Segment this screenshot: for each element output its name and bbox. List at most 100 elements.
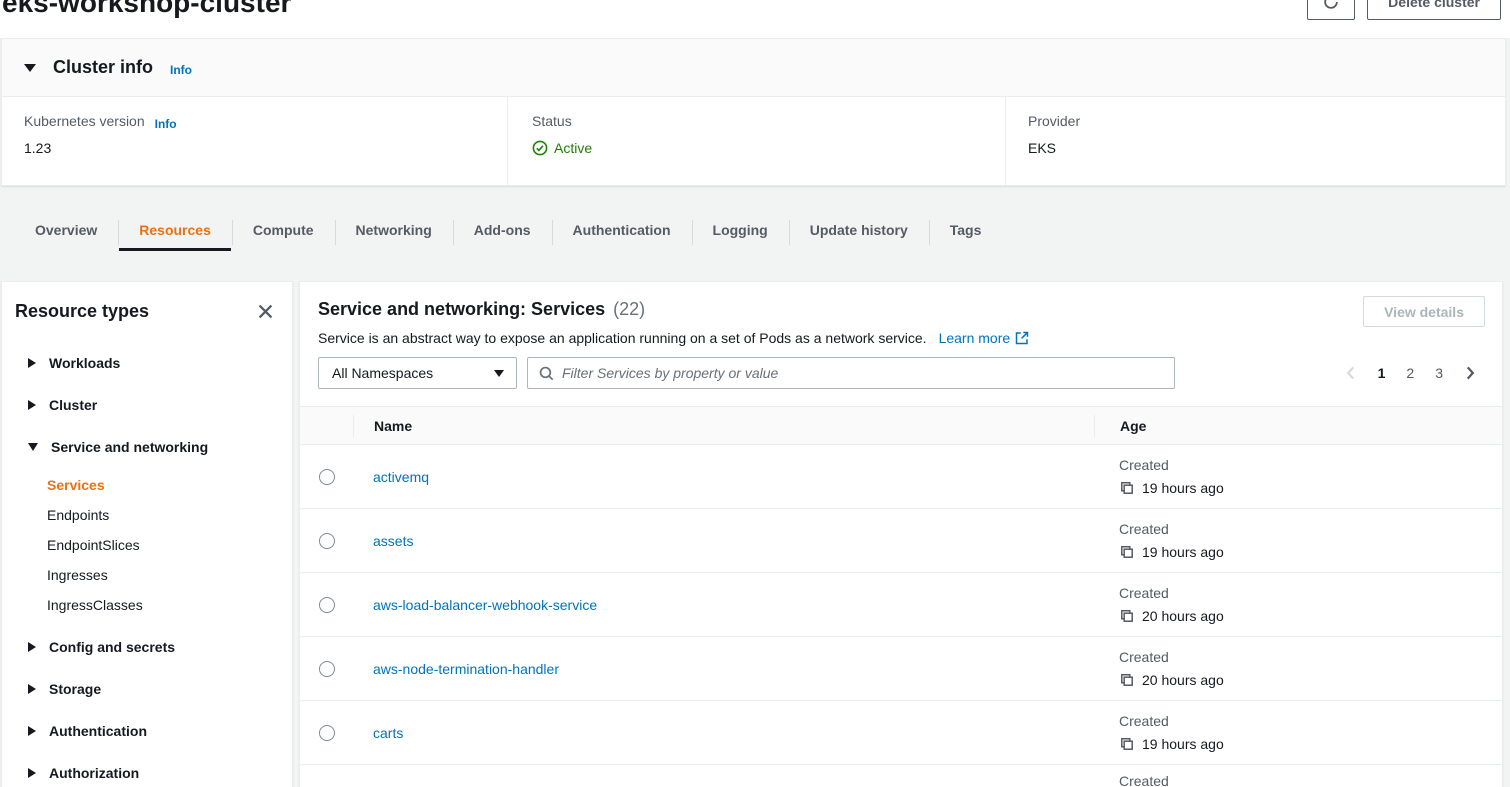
age-created-label: Created [1119, 457, 1502, 473]
services-panel-title: Service and networking: Services [318, 299, 605, 320]
caret-right-icon [28, 768, 36, 778]
tab-authentication[interactable]: Authentication [552, 211, 692, 251]
table-header: Name Age [300, 407, 1502, 445]
caret-right-icon [28, 358, 36, 368]
tab-update-history[interactable]: Update history [789, 211, 929, 251]
row-radio[interactable] [319, 597, 335, 613]
service-link[interactable]: carts [373, 725, 403, 741]
collapse-caret-icon [24, 64, 36, 72]
tree-item-ingressclasses[interactable]: IngressClasses [2, 590, 292, 620]
age-created-label: Created [1119, 713, 1502, 729]
tree-item-endpointslices[interactable]: EndpointSlices [2, 530, 292, 560]
copy-icon[interactable] [1119, 608, 1135, 624]
kubernetes-version-value: 1.23 [24, 140, 507, 156]
age-value: 20 hours ago [1142, 672, 1224, 688]
service-link[interactable]: activemq [373, 469, 429, 485]
tree-item-endpoints[interactable]: Endpoints [2, 500, 292, 530]
tree-group-label: Cluster [49, 397, 97, 413]
search-icon [538, 365, 555, 382]
page-number-1[interactable]: 1 [1372, 363, 1392, 383]
row-radio[interactable] [319, 469, 335, 485]
tree-group-service-and-networking[interactable]: Service and networking [2, 426, 292, 468]
namespace-dropdown[interactable]: All Namespaces [318, 357, 517, 389]
copy-icon[interactable] [1119, 544, 1135, 560]
tab-add-ons[interactable]: Add-ons [453, 211, 552, 251]
tree-group-config-and-secrets[interactable]: Config and secrets [2, 626, 292, 668]
cluster-tabs: Overview Resources Compute Networking Ad… [14, 211, 1002, 251]
page-number-3[interactable]: 3 [1429, 363, 1449, 383]
resource-types-title: Resource types [15, 301, 149, 322]
copy-icon[interactable] [1119, 672, 1135, 688]
kubernetes-version-info-link[interactable]: Info [155, 117, 177, 131]
provider-label: Provider [1028, 113, 1080, 129]
top-bar: eks-workshop-cluster Delete cluster [0, 0, 1510, 38]
tab-tags[interactable]: Tags [929, 211, 1003, 251]
view-details-button[interactable]: View details [1363, 296, 1485, 327]
delete-cluster-button[interactable]: Delete cluster [1367, 0, 1501, 20]
service-link[interactable]: assets [373, 533, 413, 549]
tree-group-authentication[interactable]: Authentication [2, 710, 292, 752]
service-link[interactable]: aws-node-termination-handler [373, 661, 559, 677]
table-row: assets Created 19 hours ago [300, 509, 1502, 573]
copy-icon[interactable] [1119, 480, 1135, 496]
row-radio[interactable] [319, 533, 335, 549]
table-row: carts Created 19 hours ago [300, 701, 1502, 765]
page-number-2[interactable]: 2 [1400, 363, 1420, 383]
copy-icon[interactable] [1119, 736, 1135, 752]
services-panel: Service and networking: Services (22) Se… [299, 281, 1503, 787]
status-active-icon [532, 140, 548, 156]
learn-more-link[interactable]: Learn more [939, 330, 1031, 346]
age-created-label: Created [1119, 649, 1502, 665]
search-input[interactable] [562, 359, 1170, 387]
tree-group-storage[interactable]: Storage [2, 668, 292, 710]
refresh-button[interactable] [1307, 0, 1355, 20]
provider-field: Provider EKS [1005, 97, 1505, 185]
table-row: activemq Created 19 hours ago [300, 445, 1502, 509]
cluster-info-info-link[interactable]: Info [170, 63, 192, 77]
column-header-age[interactable]: Age [1094, 415, 1502, 437]
learn-more-label: Learn more [939, 330, 1011, 346]
status-label: Status [532, 113, 572, 129]
caret-right-icon [28, 726, 36, 736]
tree-group-label: Authorization [49, 765, 139, 781]
services-count: (22) [613, 299, 645, 320]
tree-group-label: Service and networking [51, 439, 208, 455]
tree-item-services[interactable]: Services [2, 470, 292, 500]
tab-networking[interactable]: Networking [335, 211, 453, 251]
table-row: aws-node-termination-handler Created 20 … [300, 637, 1502, 701]
age-created-label: Created [1119, 585, 1502, 601]
chevron-down-icon [494, 370, 504, 377]
resource-types-panel: Resource types Workloads Cluster Service… [1, 281, 293, 787]
service-link[interactable]: aws-load-balancer-webhook-service [373, 597, 597, 613]
age-created-label: Created [1119, 773, 1502, 787]
table-row: aws-load-balancer-webhook-service Create… [300, 573, 1502, 637]
tree-group-cluster[interactable]: Cluster [2, 384, 292, 426]
tab-logging[interactable]: Logging [692, 211, 789, 251]
tree-group-label: Workloads [49, 355, 120, 371]
external-link-icon [1014, 330, 1030, 346]
provider-value: EKS [1028, 140, 1505, 156]
kubernetes-version-label: Kubernetes version [24, 113, 145, 129]
column-header-name[interactable]: Name [353, 415, 1094, 437]
caret-right-icon [28, 684, 36, 694]
age-value: 20 hours ago [1142, 608, 1224, 624]
tree-item-ingresses[interactable]: Ingresses [2, 560, 292, 590]
row-radio[interactable] [319, 661, 335, 677]
close-icon[interactable] [255, 301, 276, 322]
row-radio[interactable] [319, 725, 335, 741]
header-actions: Delete cluster [1307, 0, 1501, 20]
caret-right-icon [28, 642, 36, 652]
refresh-icon [1322, 0, 1340, 11]
cluster-info-header[interactable]: Cluster info Info [2, 39, 1505, 97]
tree-group-authorization[interactable]: Authorization [2, 752, 292, 787]
tree-group-label: Storage [49, 681, 101, 697]
previous-page-icon[interactable] [1339, 364, 1363, 382]
tree-group-workloads[interactable]: Workloads [2, 342, 292, 384]
tab-overview[interactable]: Overview [14, 211, 118, 251]
tab-compute[interactable]: Compute [232, 211, 335, 251]
pagination: 1 2 3 [1339, 363, 1482, 383]
age-created-label: Created [1119, 521, 1502, 537]
tab-resources[interactable]: Resources [118, 211, 232, 251]
next-page-icon[interactable] [1458, 364, 1482, 382]
search-box [527, 357, 1175, 389]
